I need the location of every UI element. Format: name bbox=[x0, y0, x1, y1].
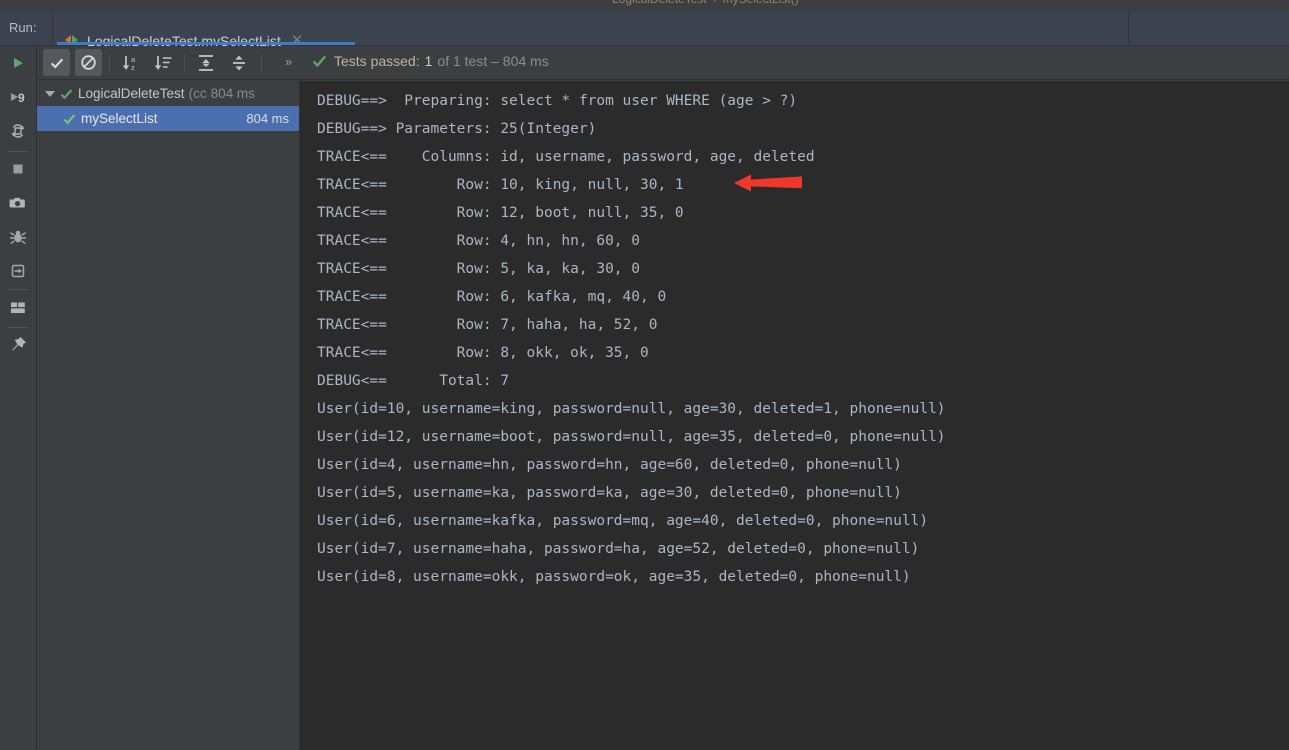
bug-icon bbox=[9, 230, 27, 245]
layout-icon bbox=[11, 302, 25, 313]
sort-alphabetically-button[interactable]: a z bbox=[117, 49, 144, 76]
tree-node-root-label: LogicalDeleteTest bbox=[78, 86, 185, 101]
console-line: TRACE<== Row: 12, boot, null, 35, 0 bbox=[317, 205, 684, 221]
expand-all-icon bbox=[198, 54, 213, 71]
editor-breadcrumb-strip: LogicalDeleteTest›mySelectList() bbox=[0, 0, 1289, 12]
layout-button[interactable] bbox=[0, 291, 36, 325]
breadcrumb-class: LogicalDeleteTest bbox=[612, 0, 707, 6]
tree-node-myselectlist-time: 804 ms bbox=[246, 111, 289, 126]
rerun-failed-icon: 9 bbox=[11, 91, 25, 105]
console-line: User(id=6, username=kafka, password=mq, … bbox=[317, 513, 929, 529]
debug-button[interactable] bbox=[0, 220, 36, 254]
toolbar-overflow-button[interactable]: » bbox=[285, 54, 292, 69]
export-icon bbox=[11, 264, 25, 278]
test-results-tree[interactable]: LogicalDeleteTest (cc 804 ms mySelectLis… bbox=[37, 81, 300, 750]
console-line: User(id=10, username=king, password=null… bbox=[317, 401, 946, 417]
annotation-arrow-icon bbox=[734, 174, 802, 192]
camera-icon bbox=[9, 197, 25, 208]
console-line: TRACE<== Row: 10, king, null, 30, 1 bbox=[317, 177, 684, 193]
tree-node-myselectlist[interactable]: mySelectList 804 ms bbox=[37, 106, 299, 131]
auto-test-icon bbox=[11, 124, 25, 138]
collapse-all-icon bbox=[232, 55, 245, 70]
export-test-results-button[interactable] bbox=[0, 254, 36, 288]
breadcrumb: LogicalDeleteTest›mySelectList() bbox=[612, 0, 799, 6]
circle-slash-icon bbox=[81, 55, 96, 70]
tests-duration-label: of 1 test – 804 ms bbox=[437, 53, 549, 69]
console-line: DEBUG<== Total: 7 bbox=[317, 373, 510, 389]
run-tool-window-header: Run: LogicalDeleteTest.mySelectList ✕ bbox=[0, 12, 1289, 49]
console-line: TRACE<== Row: 7, haha, ha, 52, 0 bbox=[317, 317, 658, 333]
console-line: User(id=12, username=boot, password=null… bbox=[317, 429, 946, 445]
test-runner-toolbar: a z » Tests passed: 1 of 1 test – 804 ms bbox=[37, 46, 1289, 80]
check-icon bbox=[50, 57, 63, 69]
show-ignored-toggle[interactable] bbox=[75, 49, 102, 76]
test-passed-check-icon bbox=[312, 54, 327, 68]
play-icon bbox=[14, 58, 23, 68]
console-line: DEBUG==> Preparing: select * from user W… bbox=[317, 93, 798, 109]
toggle-auto-test-button[interactable] bbox=[0, 114, 36, 148]
console-line: TRACE<== Row: 6, kafka, mq, 40, 0 bbox=[317, 289, 667, 305]
console-lines: DEBUG==> Preparing: select * from user W… bbox=[300, 81, 1289, 591]
run-label: Run: bbox=[9, 20, 37, 35]
console-line: DEBUG==> Parameters: 25(Integer) bbox=[317, 121, 597, 137]
active-tab-underline bbox=[57, 42, 355, 45]
tests-passed-label: Tests passed: bbox=[334, 53, 420, 69]
rerun-button[interactable] bbox=[0, 46, 36, 80]
breadcrumb-method: mySelectList() bbox=[723, 0, 799, 6]
sort-alphabetically-icon: a z bbox=[122, 55, 136, 72]
run-actions-gutter: 9 bbox=[0, 46, 37, 750]
pin-tab-button[interactable] bbox=[0, 328, 36, 362]
stop-button[interactable] bbox=[0, 152, 36, 186]
svg-text:z: z bbox=[131, 63, 135, 72]
tree-node-root-sublabel: (cc bbox=[188, 86, 207, 101]
console-line: TRACE<== Row: 5, ka, ka, 30, 0 bbox=[317, 261, 641, 277]
sort-by-duration-icon bbox=[154, 55, 172, 70]
collapse-all-button[interactable] bbox=[225, 49, 252, 76]
console-line: TRACE<== Row: 8, okk, ok, 35, 0 bbox=[317, 345, 649, 361]
header-divider-left bbox=[52, 12, 53, 45]
rerun-failed-tests-button[interactable]: 9 bbox=[0, 80, 36, 114]
stop-icon bbox=[13, 164, 23, 174]
idea-run-tool-window: LogicalDeleteTest›mySelectList() Run: Lo… bbox=[0, 0, 1289, 750]
passed-check-icon bbox=[63, 113, 76, 125]
passed-check-icon bbox=[60, 88, 73, 100]
pin-icon bbox=[12, 337, 27, 351]
breadcrumb-separator: › bbox=[707, 0, 723, 6]
tree-node-root-time: 804 ms bbox=[210, 86, 255, 101]
svg-text:9: 9 bbox=[18, 91, 25, 105]
chevron-down-icon[interactable] bbox=[45, 90, 55, 97]
tree-node-myselectlist-label: mySelectList bbox=[81, 111, 158, 126]
console-line: User(id=5, username=ka, password=ka, age… bbox=[317, 485, 902, 501]
expand-all-button[interactable] bbox=[192, 49, 219, 76]
show-passed-toggle[interactable] bbox=[43, 49, 70, 76]
tests-passed-count: 1 bbox=[424, 53, 433, 69]
console-line: User(id=8, username=okk, password=ok, ag… bbox=[317, 569, 911, 585]
tests-status-text: Tests passed: 1 of 1 test – 804 ms bbox=[312, 53, 549, 69]
console-line: User(id=4, username=hn, password=hn, age… bbox=[317, 457, 902, 473]
console-line: TRACE<== Columns: id, username, password… bbox=[317, 149, 815, 165]
console-line: TRACE<== Row: 4, hn, hn, 60, 0 bbox=[317, 233, 641, 249]
header-divider-right bbox=[1128, 12, 1129, 45]
screenshot-button[interactable] bbox=[0, 186, 36, 220]
console-line: User(id=7, username=haha, password=ha, a… bbox=[317, 541, 920, 557]
tree-node-root[interactable]: LogicalDeleteTest (cc 804 ms bbox=[37, 81, 299, 106]
sort-by-duration-button[interactable] bbox=[149, 49, 176, 76]
